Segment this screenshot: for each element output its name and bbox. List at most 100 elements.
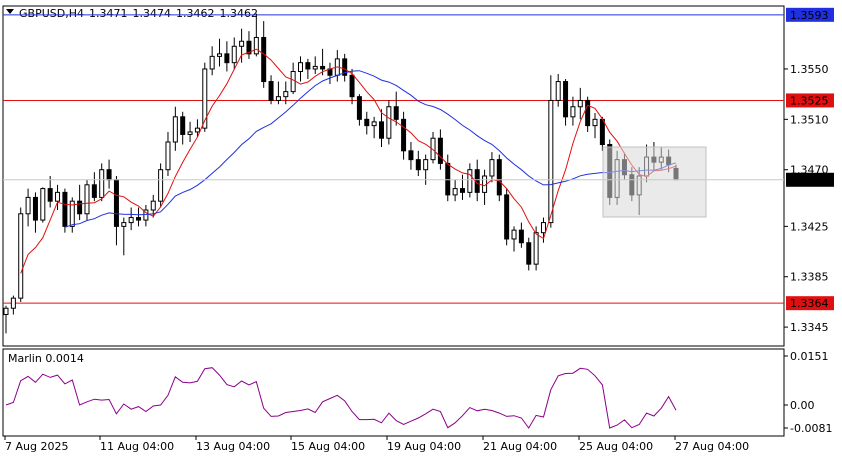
indicator-tick-label: 0.0151 xyxy=(790,350,829,363)
level-price-label: 1.3364 xyxy=(790,297,829,310)
candle[interactable] xyxy=(474,169,480,193)
candle[interactable] xyxy=(32,196,38,221)
level-price-label: 1.3593 xyxy=(790,9,829,22)
time-tick-label: 25 Aug 04:00 xyxy=(579,440,653,453)
candle[interactable] xyxy=(305,62,311,70)
time-tick-label: 27 Aug 04:00 xyxy=(675,440,749,453)
candle[interactable] xyxy=(113,179,119,227)
candle[interactable] xyxy=(18,213,24,299)
indicator-panel xyxy=(2,348,785,437)
header-low: 1.3462 xyxy=(176,7,215,20)
candle[interactable] xyxy=(570,106,576,118)
candle[interactable] xyxy=(364,118,370,127)
candle[interactable] xyxy=(268,81,274,101)
candle[interactable] xyxy=(128,217,134,224)
candle[interactable] xyxy=(459,188,465,193)
candle[interactable] xyxy=(91,184,97,198)
candle[interactable] xyxy=(231,45,237,64)
header-symbol: GBPUSD,H4 xyxy=(19,7,84,20)
time-tick-label: 7 Aug 2025 xyxy=(5,440,68,453)
candle[interactable] xyxy=(172,116,178,143)
candle[interactable] xyxy=(77,200,83,215)
candle[interactable] xyxy=(548,99,554,224)
candle[interactable] xyxy=(577,99,583,108)
header-close: 1.3462 xyxy=(219,7,258,20)
candle[interactable] xyxy=(592,118,598,127)
candle[interactable] xyxy=(555,81,561,101)
candle[interactable] xyxy=(217,53,223,57)
candle[interactable] xyxy=(504,194,510,240)
candle[interactable] xyxy=(62,191,68,227)
price-tick-label: 1.3425 xyxy=(790,220,829,233)
candle[interactable] xyxy=(187,131,193,135)
candle[interactable] xyxy=(599,118,605,146)
header-high: 1.3474 xyxy=(132,7,171,20)
time-tick-label: 15 Aug 04:00 xyxy=(291,440,365,453)
candle[interactable] xyxy=(99,169,105,198)
candle[interactable] xyxy=(106,169,112,181)
price-tick-label: 1.3345 xyxy=(790,321,829,334)
candle[interactable] xyxy=(209,55,215,70)
candle[interactable] xyxy=(261,36,267,83)
chart-header: GBPUSD,H4 1.3471 1.3474 1.3462 1.3462 xyxy=(19,7,258,20)
candle[interactable] xyxy=(158,169,164,202)
candle[interactable] xyxy=(533,232,539,265)
candle[interactable] xyxy=(121,222,127,227)
candle[interactable] xyxy=(563,81,569,118)
candle[interactable] xyxy=(136,217,142,221)
candle[interactable] xyxy=(349,74,355,98)
candle[interactable] xyxy=(526,242,532,265)
price-tick-label: 1.3510 xyxy=(790,113,829,126)
candle[interactable] xyxy=(540,222,546,234)
candle[interactable] xyxy=(511,229,517,240)
candle[interactable] xyxy=(393,106,399,120)
time-tick-label: 21 Aug 04:00 xyxy=(483,440,557,453)
candle[interactable] xyxy=(518,229,524,244)
candle[interactable] xyxy=(585,99,591,127)
indicator-tick-label: 0.00 xyxy=(790,399,815,412)
price-tick-label: 1.3385 xyxy=(790,271,829,284)
candle[interactable] xyxy=(408,150,414,161)
candle[interactable] xyxy=(194,127,200,133)
candle[interactable] xyxy=(452,188,458,196)
time-tick-label: 13 Aug 04:00 xyxy=(196,440,270,453)
candle[interactable] xyxy=(496,159,502,196)
candle[interactable] xyxy=(356,96,362,120)
time-tick-label: 11 Aug 04:00 xyxy=(100,440,174,453)
price-chart[interactable]: GBPUSD,H4 1.3471 1.3474 1.3462 1.3462 1.3550 1… xyxy=(0,0,842,459)
candle[interactable] xyxy=(312,65,318,70)
candle[interactable] xyxy=(180,116,186,135)
candle[interactable] xyxy=(415,159,421,171)
candle[interactable] xyxy=(298,62,304,72)
candle[interactable] xyxy=(253,36,259,55)
candle[interactable] xyxy=(445,162,451,196)
candle[interactable] xyxy=(150,200,156,211)
candle[interactable] xyxy=(25,196,31,215)
level-price-label: 1.3525 xyxy=(790,94,829,107)
time-tick-label: 19 Aug 04:00 xyxy=(387,440,461,453)
candle[interactable] xyxy=(275,96,281,101)
candle[interactable] xyxy=(3,307,9,316)
candle[interactable] xyxy=(224,53,230,64)
candle[interactable] xyxy=(320,65,326,70)
current-price-label: 1.3462 xyxy=(790,174,829,187)
candle[interactable] xyxy=(283,91,289,98)
candle[interactable] xyxy=(239,40,245,47)
candle[interactable] xyxy=(437,137,443,164)
candle[interactable] xyxy=(84,184,90,215)
consolidation-rectangle[interactable] xyxy=(602,146,707,218)
candle[interactable] xyxy=(40,188,46,221)
candle[interactable] xyxy=(10,297,16,309)
candle[interactable] xyxy=(202,68,208,129)
candle[interactable] xyxy=(55,191,61,202)
candle[interactable] xyxy=(386,106,392,139)
candle[interactable] xyxy=(467,169,473,193)
candle[interactable] xyxy=(165,141,171,171)
candle[interactable] xyxy=(371,121,377,127)
candle[interactable] xyxy=(47,188,53,202)
candle[interactable] xyxy=(290,70,296,93)
candle[interactable] xyxy=(401,118,407,152)
candle[interactable] xyxy=(423,159,429,171)
candle[interactable] xyxy=(378,121,384,139)
candle[interactable] xyxy=(489,159,495,177)
